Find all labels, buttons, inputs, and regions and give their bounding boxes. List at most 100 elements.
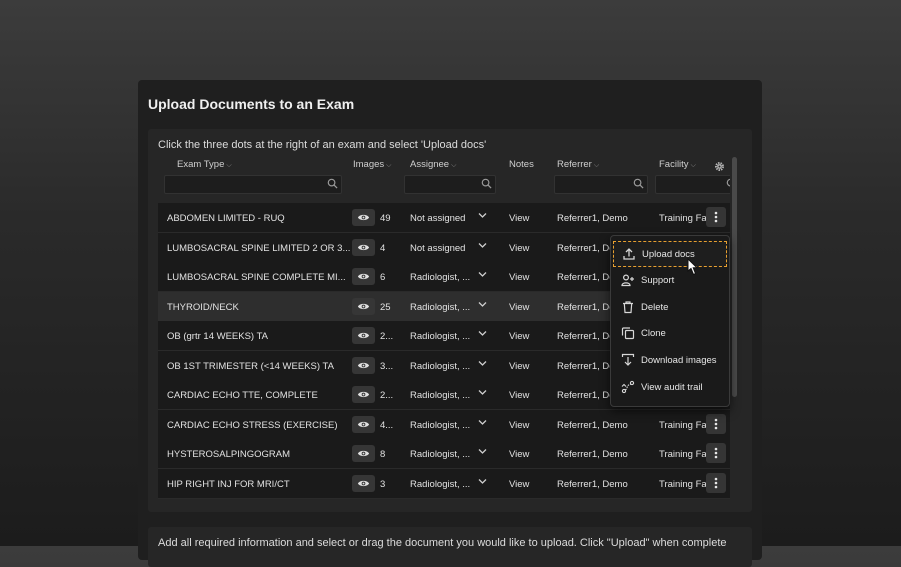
referrer-cell: Referrer1, Demo — [557, 479, 628, 490]
menu-item-download-images[interactable]: Download images — [613, 348, 725, 372]
column-header-referrer[interactable]: Referrer ⌵ — [557, 159, 599, 170]
three-dots-icon — [714, 477, 718, 489]
view-images-button[interactable] — [352, 416, 375, 433]
images-count-cell: 4 — [380, 243, 386, 254]
referrer-cell: Referrer1, Demo — [557, 449, 628, 460]
person-add-icon — [621, 274, 634, 287]
view-images-button[interactable] — [352, 239, 375, 256]
assignee-filter-input[interactable] — [404, 175, 496, 194]
assignee-cell: Radiologist, ... — [410, 331, 471, 342]
table-row[interactable]: CARDIAC ECHO STRESS (EXERCISE) 4... Radi… — [158, 410, 730, 440]
eye-icon — [357, 332, 370, 339]
audit-trail-icon — [621, 380, 635, 394]
notes-view-link[interactable]: View — [509, 449, 529, 460]
facility-cell: Training Fa — [659, 420, 707, 431]
notes-view-link[interactable]: View — [509, 331, 529, 342]
referrer-filter-input[interactable] — [554, 175, 648, 194]
table-scrollbar[interactable] — [730, 157, 740, 500]
view-images-button[interactable] — [352, 475, 375, 492]
notes-view-link[interactable]: View — [509, 302, 529, 313]
three-dots-icon — [714, 418, 718, 430]
referrer-cell: Referrer1, De — [557, 331, 615, 342]
view-images-button[interactable] — [352, 357, 375, 374]
eye-icon — [357, 362, 370, 369]
search-icon — [481, 178, 492, 189]
chevron-down-icon[interactable] — [478, 448, 487, 455]
notes-view-link[interactable]: View — [509, 479, 529, 490]
chevron-down-icon[interactable] — [478, 389, 487, 396]
three-dots-icon — [714, 447, 718, 459]
chevron-down-icon[interactable] — [478, 419, 487, 426]
table-row[interactable]: HIP RIGHT INJ FOR MRI/CT 3 Radiologist, … — [158, 469, 730, 499]
row-actions-button[interactable] — [706, 473, 726, 493]
chevron-down-icon[interactable] — [478, 242, 487, 249]
exam-type-cell: HIP RIGHT INJ FOR MRI/CT — [167, 479, 290, 490]
images-count-cell: 6 — [380, 272, 386, 283]
menu-item-upload-docs[interactable]: Upload docs — [613, 241, 727, 267]
menu-item-support[interactable]: Support — [613, 268, 725, 292]
row-actions-button[interactable] — [706, 414, 726, 434]
facility-filter-input[interactable] — [655, 175, 730, 194]
images-count-cell: 4... — [380, 420, 394, 431]
assignee-cell: Radiologist, ... — [410, 272, 471, 283]
exam-type-cell: CARDIAC ECHO STRESS (EXERCISE) — [167, 420, 338, 431]
chevron-down-icon[interactable] — [478, 330, 487, 337]
chevron-down-icon[interactable] — [478, 301, 487, 308]
chevron-down-icon[interactable] — [478, 360, 487, 367]
eye-icon — [357, 450, 370, 457]
chevron-down-icon[interactable] — [478, 271, 487, 278]
view-images-button[interactable] — [352, 268, 375, 285]
assignee-cell: Radiologist, ... — [410, 449, 471, 460]
assignee-cell: Not assigned — [410, 213, 466, 224]
images-count-cell: 49 — [380, 213, 391, 224]
images-count-cell: 3 — [380, 479, 386, 490]
column-header-assignee[interactable]: Assignee ⌵ — [410, 159, 456, 170]
row-actions-button[interactable] — [706, 207, 726, 227]
assignee-cell: Radiologist, ... — [410, 390, 471, 401]
upload-instruction-text: Add all required information and select … — [158, 537, 727, 549]
referrer-cell: Referrer1, De — [557, 243, 615, 254]
eye-icon — [357, 273, 370, 280]
assignee-cell: Radiologist, ... — [410, 302, 471, 313]
view-images-button[interactable] — [352, 298, 375, 315]
facility-cell: Training Fa — [659, 449, 707, 460]
exam-type-cell: LUMBOSACRAL SPINE COMPLETE MI... — [167, 272, 346, 283]
view-images-button[interactable] — [352, 386, 375, 403]
images-count-cell: 2... — [380, 390, 394, 401]
notes-view-link[interactable]: View — [509, 420, 529, 431]
eye-icon — [357, 214, 370, 221]
exam-type-filter-input[interactable] — [164, 175, 342, 194]
eye-icon — [357, 303, 370, 310]
notes-view-link[interactable]: View — [509, 272, 529, 283]
assignee-cell: Not assigned — [410, 243, 466, 254]
chevron-down-icon[interactable] — [478, 212, 487, 219]
referrer-cell: Referrer1, De — [557, 390, 615, 401]
view-images-button[interactable] — [352, 327, 375, 344]
notes-view-link[interactable]: View — [509, 213, 529, 224]
exam-type-cell: OB 1ST TRIMESTER (<14 WEEKS) TA — [167, 361, 334, 372]
notes-view-link[interactable]: View — [509, 243, 529, 254]
scrollbar-thumb[interactable] — [732, 157, 737, 397]
view-images-button[interactable] — [352, 209, 375, 226]
table-row[interactable]: ABDOMEN LIMITED - RUQ 49 Not assigned Vi… — [158, 203, 730, 233]
menu-item-view-audit-trail[interactable]: View audit trail — [613, 375, 725, 399]
notes-view-link[interactable]: View — [509, 390, 529, 401]
page-title: Upload Documents to an Exam — [148, 96, 355, 112]
eye-icon — [357, 480, 370, 487]
row-actions-button[interactable] — [706, 443, 726, 463]
menu-item-clone[interactable]: Clone — [613, 321, 725, 345]
chevron-down-icon[interactable] — [478, 478, 487, 485]
referrer-cell: Referrer1, De — [557, 302, 615, 313]
table-row[interactable]: HYSTEROSALPINGOGRAM 8 Radiologist, ... V… — [158, 439, 730, 469]
view-images-button[interactable] — [352, 445, 375, 462]
menu-item-delete[interactable]: Delete — [613, 295, 725, 319]
three-dots-icon — [714, 211, 718, 223]
column-header-facility[interactable]: Facility ⌵ — [659, 159, 696, 170]
exam-type-cell: OB (grtr 14 WEEKS) TA — [167, 331, 269, 342]
column-header-exam-type[interactable]: Exam Type ⌵ — [177, 159, 232, 170]
column-header-images[interactable]: Images ⌵ — [353, 159, 391, 170]
exam-type-cell: ABDOMEN LIMITED - RUQ — [167, 213, 285, 224]
trash-icon — [623, 301, 633, 314]
eye-icon — [357, 244, 370, 251]
notes-view-link[interactable]: View — [509, 361, 529, 372]
